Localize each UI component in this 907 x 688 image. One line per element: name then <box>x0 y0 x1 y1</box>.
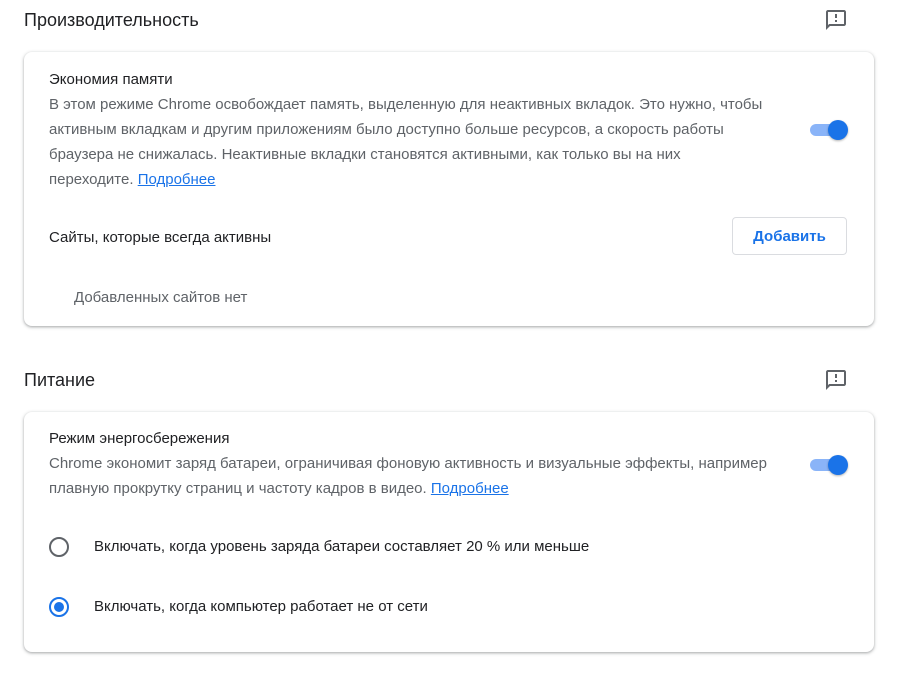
energy-saver-row: Режим энергосбережения Chrome экономит з… <box>49 429 769 501</box>
memory-saver-row: Экономия памяти В этом режиме Chrome осв… <box>49 70 769 192</box>
feedback-icon <box>826 10 846 30</box>
energy-saver-description: Chrome экономит заряд батареи, ограничив… <box>49 451 769 501</box>
always-active-sites-label: Сайты, которые всегда активны <box>49 229 272 246</box>
power-section-header: Питание <box>24 360 850 400</box>
energy-saver-toggle[interactable] <box>810 455 848 475</box>
energy-saver-title: Режим энергосбережения <box>49 430 230 447</box>
add-site-button[interactable]: Добавить <box>732 217 847 255</box>
power-card: Режим энергосбережения Chrome экономит з… <box>24 412 874 652</box>
feedback-icon <box>826 370 846 390</box>
battery-threshold-radio[interactable] <box>49 537 69 557</box>
performance-feedback-button[interactable] <box>820 4 852 36</box>
memory-saver-learn-more-link[interactable]: Подробнее <box>138 171 216 188</box>
memory-saver-title: Экономия памяти <box>49 71 173 88</box>
battery-threshold-label[interactable]: Включать, когда уровень заряда батареи с… <box>94 538 589 555</box>
memory-saver-toggle[interactable] <box>810 120 848 140</box>
memory-saver-description: В этом режиме Chrome освобождает память,… <box>49 92 769 192</box>
energy-saver-description-text: Chrome экономит заряд батареи, ограничив… <box>49 455 767 497</box>
performance-section-header: Производительность <box>24 0 850 40</box>
unplugged-label[interactable]: Включать, когда компьютер работает не от… <box>94 598 428 615</box>
energy-saver-learn-more-link[interactable]: Подробнее <box>431 480 509 497</box>
power-feedback-button[interactable] <box>820 364 852 396</box>
performance-card: Экономия памяти В этом режиме Chrome осв… <box>24 52 874 326</box>
performance-section-title: Производительность <box>24 9 199 30</box>
memory-saver-toggle-knob <box>828 120 848 140</box>
no-sites-text: Добавленных сайтов нет <box>74 289 248 306</box>
unplugged-radio[interactable] <box>49 597 69 617</box>
energy-saver-toggle-knob <box>828 455 848 475</box>
power-section-title: Питание <box>24 369 96 390</box>
